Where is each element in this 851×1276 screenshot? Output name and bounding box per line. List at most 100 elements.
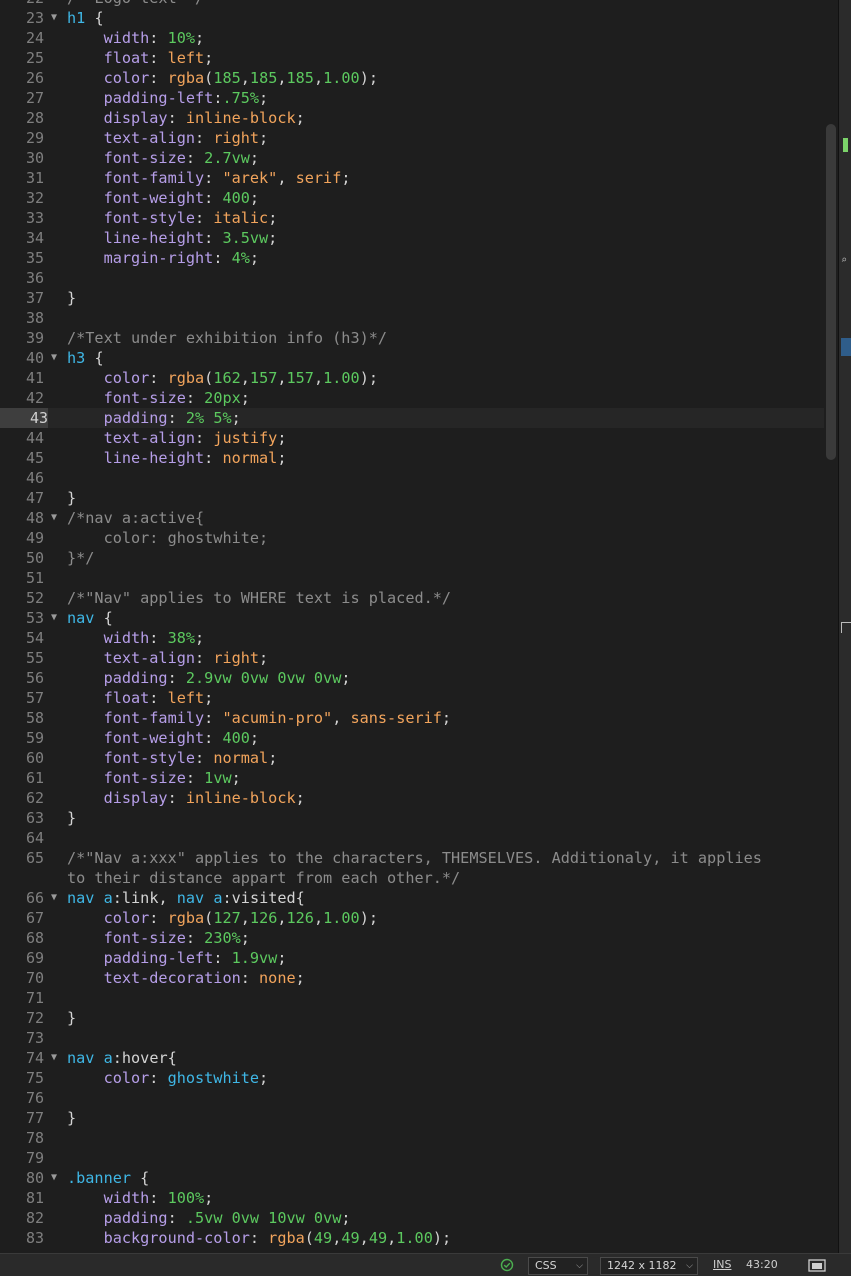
code-token: a bbox=[213, 889, 223, 907]
code-line[interactable]: 75 color: ghostwhite; bbox=[0, 1068, 838, 1088]
code-line[interactable]: 71 bbox=[0, 988, 838, 1008]
code-text: } bbox=[67, 808, 76, 828]
fold-arrow-icon[interactable]: ▼ bbox=[48, 608, 60, 628]
code-token: font-size bbox=[67, 149, 186, 167]
code-line[interactable]: 32 font-weight: 400; bbox=[0, 188, 838, 208]
fold-arrow-icon[interactable]: ▼ bbox=[48, 888, 60, 908]
code-line[interactable]: to their distance appart from each other… bbox=[0, 868, 838, 888]
code-line[interactable]: 77} bbox=[0, 1108, 838, 1128]
code-line[interactable]: 41 color: rgba(162,157,157,1.00); bbox=[0, 368, 838, 388]
code-line[interactable]: 69 padding-left: 1.9vw; bbox=[0, 948, 838, 968]
live-preview-button[interactable] bbox=[806, 1254, 828, 1276]
code-line[interactable]: 52 /*"Nav" applies to WHERE text is place… bbox=[0, 588, 838, 608]
code-line[interactable]: 50}*/ bbox=[0, 548, 838, 568]
side-panel-strip[interactable]: ⌕ bbox=[838, 0, 851, 1253]
code-line[interactable]: 60 font-style: normal; bbox=[0, 748, 838, 768]
code-line[interactable]: 81 width: 100%; bbox=[0, 1188, 838, 1208]
line-number: 26 bbox=[25, 69, 44, 87]
code-line[interactable]: 53 ▼ nav { bbox=[0, 608, 838, 628]
code-token: ); bbox=[359, 909, 378, 927]
code-lines: 22/* Logo text */23▼h1 {24 width: 10%;25… bbox=[0, 0, 838, 1248]
line-number: 45 bbox=[25, 449, 44, 467]
code-line[interactable]: 24 width: 10%; bbox=[0, 28, 838, 48]
search-icon[interactable]: ⌕ bbox=[841, 255, 851, 267]
code-line[interactable]: 74 ▼ nav a:hover{ bbox=[0, 1048, 838, 1068]
code-line[interactable]: 31 font-family: "arek", serif; bbox=[0, 168, 838, 188]
code-text: width: 100%; bbox=[67, 1188, 214, 1208]
line-number: 49 bbox=[25, 529, 44, 547]
code-line[interactable]: 33 font-style: italic; bbox=[0, 208, 838, 228]
code-line[interactable]: 72} bbox=[0, 1008, 838, 1028]
fold-arrow-icon[interactable]: ▼ bbox=[48, 1048, 60, 1068]
code-line[interactable]: 66 ▼ nav a:link, nav a:visited{ bbox=[0, 888, 838, 908]
code-line[interactable]: 47} bbox=[0, 488, 838, 508]
code-line[interactable]: 67 color: rgba(127,126,126,1.00); bbox=[0, 908, 838, 928]
code-line[interactable]: 40 ▼ h3 { bbox=[0, 348, 838, 368]
fold-arrow-icon[interactable]: ▼ bbox=[48, 348, 60, 368]
fold-arrow-icon[interactable]: ▼ bbox=[48, 1168, 60, 1188]
code-line[interactable]: 36 bbox=[0, 268, 838, 288]
code-line[interactable]: 51 bbox=[0, 568, 838, 588]
code-line[interactable]: 82 padding: .5vw 0vw 10vw 0vw; bbox=[0, 1208, 838, 1228]
code-line[interactable]: 30 font-size: 2.7vw; bbox=[0, 148, 838, 168]
language-select[interactable]: CSS ⌵ bbox=[528, 1257, 588, 1275]
code-text: font-weight: 400; bbox=[67, 188, 259, 208]
code-token: /*Text under exhibition info (h3)*/ bbox=[67, 329, 388, 347]
line-number: 83 bbox=[25, 1229, 44, 1247]
code-line[interactable]: 83 background-color: rgba(49,49,49,1.00)… bbox=[0, 1228, 838, 1248]
code-line[interactable]: 45 line-height: normal; bbox=[0, 448, 838, 468]
line-number: 80 bbox=[25, 1169, 44, 1187]
code-line[interactable]: 57 float: left; bbox=[0, 688, 838, 708]
code-line[interactable]: 79 bbox=[0, 1148, 838, 1168]
code-token: h1 bbox=[67, 9, 86, 27]
code-line[interactable]: 43 padding: 2% 5%; bbox=[0, 408, 838, 428]
code-line[interactable]: 37} bbox=[0, 288, 838, 308]
code-line[interactable]: 46 bbox=[0, 468, 838, 488]
code-line[interactable]: 65 /*"Nav a:xxx" applies to the character… bbox=[0, 848, 838, 868]
code-token: , bbox=[332, 709, 351, 727]
code-line[interactable]: 35 margin-right: 4%; bbox=[0, 248, 838, 268]
code-line[interactable]: 64 bbox=[0, 828, 838, 848]
code-line[interactable]: 70 text-decoration: none; bbox=[0, 968, 838, 988]
code-token: 1.00 bbox=[396, 1229, 433, 1247]
line-number: 33 bbox=[25, 209, 44, 227]
code-line[interactable]: 61 font-size: 1vw; bbox=[0, 768, 838, 788]
code-line[interactable]: 23 ▼ h1 { bbox=[0, 8, 838, 28]
code-line[interactable]: 29 text-align: right; bbox=[0, 128, 838, 148]
code-text: line-height: normal; bbox=[67, 448, 287, 468]
code-line[interactable]: 58 font-family: "acumin-pro", sans-serif… bbox=[0, 708, 838, 728]
code-line[interactable]: 78 bbox=[0, 1128, 838, 1148]
insert-mode-toggle[interactable]: INS bbox=[713, 1254, 731, 1276]
code-line[interactable]: 44 text-align: justify; bbox=[0, 428, 838, 448]
code-token: , bbox=[277, 69, 287, 87]
code-line[interactable]: 42 font-size: 20px; bbox=[0, 388, 838, 408]
code-line[interactable]: 76 bbox=[0, 1088, 838, 1108]
code-line[interactable]: 49 color: ghostwhite; bbox=[0, 528, 838, 548]
fold-arrow-icon[interactable]: ▼ bbox=[48, 508, 60, 528]
code-text: float: left; bbox=[67, 48, 214, 68]
code-line[interactable]: 59 font-weight: 400; bbox=[0, 728, 838, 748]
code-line[interactable]: 27 padding-left:.75%; bbox=[0, 88, 838, 108]
vertical-scrollbar-thumb[interactable] bbox=[826, 124, 836, 460]
code-token: 162 bbox=[213, 369, 241, 387]
code-line[interactable]: 28 display: inline-block; bbox=[0, 108, 838, 128]
code-text: font-size: 230%; bbox=[67, 928, 250, 948]
code-line[interactable]: 34 line-height: 3.5vw; bbox=[0, 228, 838, 248]
code-line[interactable]: 55 text-align: right; bbox=[0, 648, 838, 668]
code-line[interactable]: 25 float: left; bbox=[0, 48, 838, 68]
code-line[interactable]: 73 bbox=[0, 1028, 838, 1048]
fold-arrow-icon[interactable]: ▼ bbox=[48, 8, 60, 28]
code-line[interactable]: 62 display: inline-block; bbox=[0, 788, 838, 808]
lint-status[interactable] bbox=[500, 1254, 516, 1276]
code-editor[interactable]: 22/* Logo text */23▼h1 {24 width: 10%;25… bbox=[0, 0, 838, 1253]
code-line[interactable]: 63} bbox=[0, 808, 838, 828]
code-line[interactable]: 54 width: 38%; bbox=[0, 628, 838, 648]
code-line[interactable]: 80 ▼ .banner { bbox=[0, 1168, 838, 1188]
code-line[interactable]: 56 padding: 2.9vw 0vw 0vw 0vw; bbox=[0, 668, 838, 688]
code-line[interactable]: 68 font-size: 230%; bbox=[0, 928, 838, 948]
code-line[interactable]: 38 bbox=[0, 308, 838, 328]
code-line[interactable]: 48 ▼ /*nav a:active{ bbox=[0, 508, 838, 528]
code-line[interactable]: 39 /*Text under exhibition info (h3)*/ bbox=[0, 328, 838, 348]
code-line[interactable]: 26 color: rgba(185,185,185,1.00); bbox=[0, 68, 838, 88]
dimensions-select[interactable]: 1242 x 1182 ⌵ bbox=[600, 1257, 698, 1275]
